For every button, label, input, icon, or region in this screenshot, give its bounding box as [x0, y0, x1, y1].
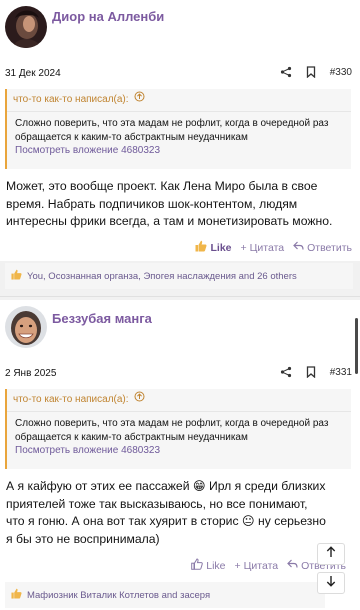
reply-icon — [293, 241, 304, 254]
reply-button[interactable]: Ответить — [293, 241, 352, 254]
reply-icon — [287, 559, 298, 572]
thumbs-up-outline-icon — [191, 558, 204, 573]
share-icon[interactable] — [280, 66, 292, 78]
post-meta-actions: #330 — [280, 66, 352, 78]
reply-label: Ответить — [307, 241, 352, 254]
post-date[interactable]: 31 Дек 2024 — [5, 68, 61, 79]
scroll-down-button[interactable] — [317, 572, 345, 594]
post-author[interactable]: Беззубая манга — [52, 311, 152, 326]
quote-button[interactable]: + Цитата — [235, 560, 279, 572]
like-button[interactable]: Like — [191, 558, 226, 573]
post-330: Диор на Алленби 31 Дек 2024 #330 что-то … — [0, 0, 360, 261]
quote-author[interactable]: что-то как-то написал(а): — [13, 89, 129, 111]
post-meta-actions: #331 — [280, 366, 352, 378]
bookmark-icon[interactable] — [306, 66, 316, 78]
post-331: Беззубая манга 2 Янв 2025 #331 что-то ка… — [0, 300, 360, 610]
reactions-bar[interactable]: You, Осознанная органза, Эпогея наслажде… — [5, 263, 353, 289]
divider — [0, 296, 360, 297]
bookmark-icon[interactable] — [306, 366, 316, 378]
arrow-down-icon — [326, 574, 336, 592]
quote-block: что-то как-то написал(а): Сложно поверит… — [5, 89, 351, 169]
quote-header[interactable]: что-то как-то написал(а): — [7, 89, 351, 112]
thumbs-up-icon — [195, 240, 207, 255]
arrow-up-circle-icon[interactable] — [134, 389, 145, 411]
quote-text: Сложно поверить, что эта мадам не рофлит… — [15, 418, 329, 443]
like-label: Like — [206, 559, 226, 572]
scroll-up-button[interactable] — [317, 543, 345, 565]
plus-icon: + — [234, 559, 241, 572]
quote-text: Сложно поверить, что эта мадам не рофлит… — [15, 118, 329, 143]
plus-icon: + — [240, 241, 247, 254]
thumbs-up-icon — [11, 269, 22, 283]
arrow-up-circle-icon[interactable] — [134, 89, 145, 111]
post-date[interactable]: 2 Янв 2025 — [5, 368, 56, 379]
reactions-list[interactable]: Мафиозник Виталик Котлетов and засеря — [27, 590, 210, 601]
post-message: Может, это вообще проект. Как Лена Миро … — [6, 179, 333, 228]
like-label: Like — [210, 241, 232, 254]
quote-label: Цитата — [243, 559, 279, 572]
avatar[interactable] — [5, 6, 47, 48]
quote-label: Цитата — [249, 241, 285, 254]
like-button[interactable]: Like — [195, 240, 232, 255]
attachment-link[interactable]: Посмотреть вложение 4680323 — [15, 444, 343, 458]
share-icon[interactable] — [280, 366, 292, 378]
avatar[interactable] — [5, 306, 47, 348]
post-number[interactable]: #330 — [330, 67, 352, 78]
attachment-link[interactable]: Посмотреть вложение 4680323 — [15, 144, 343, 158]
scrollbar[interactable] — [355, 318, 358, 374]
reactions-bar[interactable]: Мафиозник Виталик Котлетов and засеря — [5, 582, 325, 608]
post-number[interactable]: #331 — [330, 367, 352, 378]
post-message: А я кайфую от этих ее пассажей 😁 Ирл я с… — [6, 479, 326, 546]
post-actions: Like + Цитата Ответить — [195, 240, 352, 255]
quote-header[interactable]: что-то как-то написал(а): — [7, 389, 351, 412]
quote-block: что-то как-то написал(а): Сложно поверит… — [5, 389, 351, 469]
post-author[interactable]: Диор на Алленби — [52, 9, 164, 24]
arrow-up-icon — [326, 545, 336, 563]
quote-author[interactable]: что-то как-то написал(а): — [13, 389, 129, 411]
thumbs-up-icon — [11, 588, 22, 602]
reactions-list[interactable]: You, Осознанная органза, Эпогея наслажде… — [27, 271, 297, 282]
quote-button[interactable]: + Цитата — [241, 242, 285, 254]
